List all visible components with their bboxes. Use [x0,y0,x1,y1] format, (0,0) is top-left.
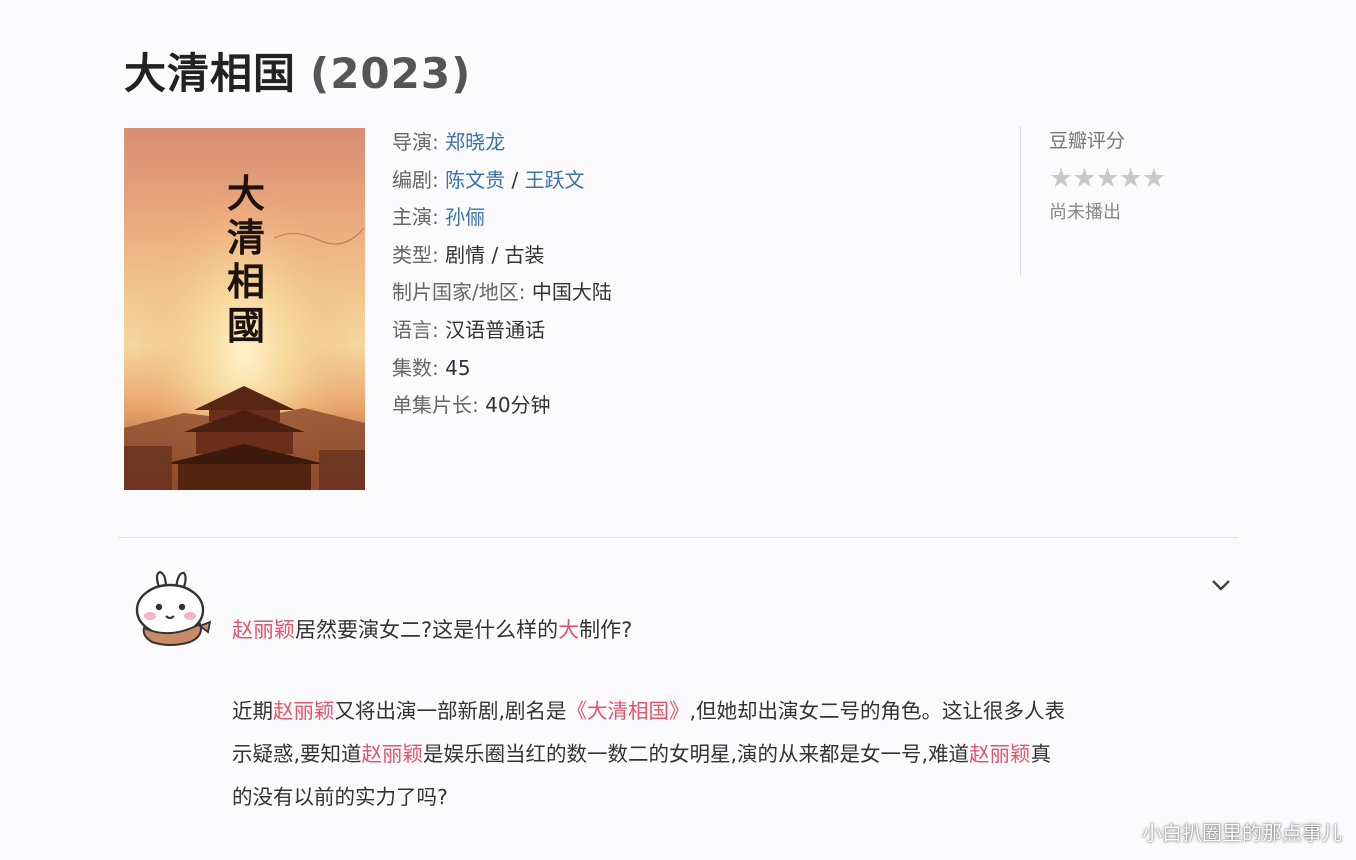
info-language: 语言: 汉语普通话 [392,312,612,350]
watermark: 小白扒圈里的那点事儿 [1142,821,1342,845]
paragraph-text: 的没有以前的实力了吗? [232,785,448,809]
paragraph-line: 的没有以前的实力了吗? [232,776,1232,819]
paragraph-name-highlight: 赵丽颖 [361,742,424,766]
poster-title: 大 清 相 國 [226,172,266,348]
genre-value: 剧情 / 古装 [445,242,545,267]
poster-title-char: 大 [226,171,265,216]
writer-link[interactable]: 王跃文 [525,168,585,192]
runtime-label: 单集片长: [392,393,479,418]
cast-link[interactable]: 孙俪 [445,205,485,229]
poster-title-char: 相 [226,259,265,304]
writers-separator: / [505,167,525,192]
movie-info: 导演: 郑晓龙 编剧: 陈文贵 / 王跃文 主演: 孙俪 类型: 剧情 / 古装… [392,124,612,425]
language-label: 语言: [392,317,439,342]
episodes-label: 集数: [392,355,439,380]
paragraph-name-highlight: 赵丽颖 [969,742,1031,766]
paragraph-name-highlight: 赵丽颖 [273,699,335,723]
info-writers: 编剧: 陈文贵 / 王跃文 [392,162,612,200]
director-link[interactable]: 郑晓龙 [445,130,505,154]
writers-label: 编剧: [392,167,439,192]
headline-name: 赵丽颖 [232,618,295,642]
region-label: 制片国家/地区: [392,280,526,305]
headline-big: 大 [558,618,580,642]
writer-link[interactable]: 陈文贵 [445,168,505,192]
info-director: 导演: 郑晓龙 [392,124,612,162]
movie-year: (2023) [310,49,472,98]
rating-title: 豆瓣评分 [1049,130,1126,152]
paragraph-text: 又将出演一部新剧,剧名是 [334,699,567,723]
post-paragraph: 近期赵丽颖又将出演一部新剧,剧名是《大清相国》,但她却出演女二号的角色。这让很多… [232,690,1232,819]
paragraph-text: 是娱乐圈当红的数一数二的女明星,演的从来都是女一号,难道 [423,742,970,766]
rating-stars-icon: ★★★★★ [1049,163,1166,194]
headline-text-end: 制作? [579,618,633,642]
info-runtime: 单集片长: 40分钟 [392,387,612,425]
poster-title-char: 清 [226,215,265,260]
episodes-value: 45 [445,355,471,380]
genre-label: 类型: [392,242,439,267]
region-value: 中国大陆 [531,280,612,305]
director-label: 导演: [392,130,439,154]
info-episodes: 集数: 45 [392,350,612,388]
section-divider [118,537,1238,538]
language-value: 汉语普通话 [445,317,546,342]
headline-text: 居然要演女二?这是什么样的 [295,618,559,642]
runtime-value: 40分钟 [485,393,551,418]
post-headline: 赵丽颖居然要演女二?这是什么样的大制作? [232,614,632,644]
paragraph-title-highlight: 《大清相国》 [566,699,690,723]
paragraph-text: 真 [1030,742,1052,766]
paragraph-text: 示疑惑,要知道 [232,742,362,766]
paragraph-text: ,但她却出演女二号的角色。这让很多人表 [689,699,1066,723]
movie-poster[interactable]: 大 清 相 國 [124,128,365,490]
movie-title: 大清相国 (2023) [124,40,471,101]
paragraph-line: 近期赵丽颖又将出演一部新剧,剧名是《大清相国》,但她却出演女二号的角色。这让很多… [232,690,1232,733]
poster-title-char: 國 [226,303,265,348]
info-genre: 类型: 剧情 / 古装 [392,237,612,275]
paragraph-text: 近期 [232,699,273,723]
chevron-down-icon[interactable] [1208,574,1234,596]
paragraph-line: 示疑惑,要知道赵丽颖是娱乐圈当红的数一数二的女明星,演的从来都是女一号,难道赵丽… [232,733,1232,776]
movie-title-text: 大清相国 [124,49,297,98]
cast-label: 主演: [392,205,439,230]
rating-status: 尚未播出 [1049,202,1121,223]
cartoon-bunny-avatar-icon[interactable] [130,570,212,650]
info-region: 制片国家/地区: 中国大陆 [392,274,612,312]
rating-panel: 豆瓣评分 ★★★★★ 尚未播出 [1020,126,1166,276]
info-cast: 主演: 孙俪 [392,199,612,237]
